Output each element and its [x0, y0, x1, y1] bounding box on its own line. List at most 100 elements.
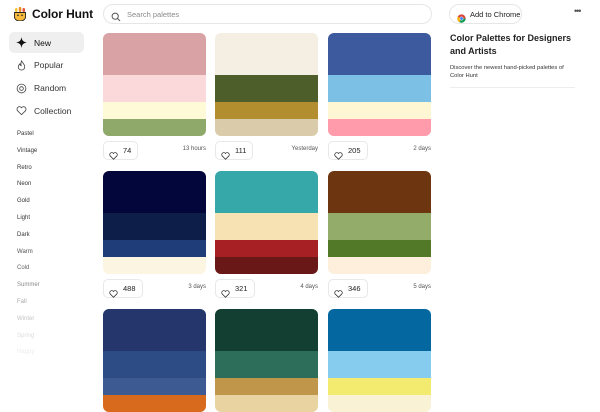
color-swatch[interactable] [328, 378, 431, 395]
color-swatch[interactable] [215, 240, 318, 257]
color-swatch[interactable] [215, 33, 318, 75]
tag-warm[interactable]: Warm [17, 248, 40, 265]
color-swatch[interactable] [215, 351, 318, 378]
color-swatch[interactable] [103, 395, 206, 412]
like-button[interactable]: 488 [103, 279, 143, 298]
color-swatch[interactable] [103, 213, 206, 240]
palette-meta: 74 13 hours [103, 141, 206, 161]
color-swatch[interactable] [215, 378, 318, 395]
heart-icon [334, 285, 343, 298]
palette-date: 2 days [413, 146, 431, 152]
tag-happy[interactable]: Happy [17, 348, 40, 365]
palette-date: 5 days [413, 284, 431, 290]
search-bar[interactable] [103, 4, 432, 24]
add-to-chrome-button[interactable]: Add to Chrome [449, 4, 522, 24]
color-swatch[interactable] [328, 351, 431, 378]
color-swatch[interactable] [215, 213, 318, 240]
tag-winter[interactable]: Winter [17, 315, 40, 332]
nav-item-random[interactable]: Random [9, 78, 84, 99]
palette-meta: 346 5 days [328, 279, 431, 299]
palette-card [215, 309, 318, 412]
palette-swatches[interactable] [103, 309, 206, 412]
like-button[interactable]: 205 [328, 141, 368, 160]
palette-card: 74 13 hours [103, 33, 206, 160]
tag-neon[interactable]: Neon [17, 180, 40, 197]
palette-card [103, 309, 206, 412]
color-swatch[interactable] [328, 33, 431, 75]
heart-icon [334, 147, 343, 160]
color-swatch[interactable] [215, 75, 318, 102]
tag-gold[interactable]: Gold [17, 197, 40, 214]
color-swatch[interactable] [328, 75, 431, 102]
tag-cold[interactable]: Cold [17, 264, 40, 281]
like-count: 346 [348, 284, 361, 293]
color-swatch[interactable] [328, 395, 431, 412]
tag-spring[interactable]: Spring [17, 332, 40, 349]
tag-light[interactable]: Light [17, 214, 40, 231]
color-swatch[interactable] [215, 309, 318, 351]
tag-vintage[interactable]: Vintage [17, 147, 40, 164]
color-swatch[interactable] [103, 257, 206, 274]
palette-date: 3 days [188, 284, 206, 290]
color-swatch[interactable] [215, 102, 318, 119]
color-swatch[interactable] [103, 240, 206, 257]
color-swatch[interactable] [103, 309, 206, 351]
color-swatch[interactable] [215, 119, 318, 136]
color-swatch[interactable] [103, 33, 206, 75]
color-swatch[interactable] [103, 102, 206, 119]
like-count: 205 [348, 146, 361, 155]
color-swatch[interactable] [215, 395, 318, 412]
tag-fall[interactable]: Fall [17, 298, 40, 315]
palette-card: 205 2 days [328, 33, 431, 160]
color-swatch[interactable] [328, 309, 431, 351]
like-button[interactable]: 74 [103, 141, 139, 160]
color-swatch[interactable] [328, 213, 431, 240]
promo-description: Discover the newest hand-picked palettes… [450, 65, 564, 79]
like-count: 111 [235, 146, 247, 155]
color-swatch[interactable] [328, 119, 431, 136]
color-swatch[interactable] [103, 171, 206, 213]
palette-swatches[interactable] [103, 171, 206, 274]
tag-summer[interactable]: Summer [17, 281, 40, 298]
sidebar-nav: New Popular Random Collection [9, 32, 84, 123]
tag-pastel[interactable]: Pastel [17, 130, 40, 147]
like-count: 488 [123, 284, 136, 293]
palette-swatches[interactable] [328, 309, 431, 412]
promo-divider [450, 87, 575, 88]
like-count: 74 [123, 146, 132, 155]
color-swatch[interactable] [103, 75, 206, 102]
like-button[interactable]: 111 [215, 141, 254, 160]
like-button[interactable]: 346 [328, 279, 368, 298]
palette-swatches[interactable] [215, 33, 318, 136]
heart-icon [109, 285, 118, 298]
nav-item-collection[interactable]: Collection [9, 100, 84, 121]
logo[interactable]: Color Hunt [13, 6, 93, 22]
more-menu-icon[interactable]: ••• [574, 6, 582, 16]
palette-swatches[interactable] [215, 171, 318, 274]
like-button[interactable]: 321 [215, 279, 255, 298]
palette-swatches[interactable] [215, 309, 318, 412]
color-swatch[interactable] [103, 378, 206, 395]
nav-item-new[interactable]: New [9, 32, 84, 53]
color-swatch[interactable] [215, 171, 318, 213]
color-swatch[interactable] [103, 119, 206, 136]
tag-dark[interactable]: Dark [17, 231, 40, 248]
color-swatch[interactable] [328, 240, 431, 257]
like-count: 321 [235, 284, 248, 293]
heart-icon [16, 105, 27, 116]
color-swatch[interactable] [103, 351, 206, 378]
palette-swatches[interactable] [328, 171, 431, 274]
palette-card: 321 4 days [215, 171, 318, 298]
color-swatch[interactable] [328, 257, 431, 274]
add-to-chrome-label: Add to Chrome [470, 9, 521, 19]
color-swatch[interactable] [328, 171, 431, 213]
search-input[interactable] [125, 8, 419, 20]
palette-swatches[interactable] [328, 33, 431, 136]
nav-item-popular[interactable]: Popular [9, 55, 84, 76]
tag-retro[interactable]: Retro [17, 164, 40, 181]
color-swatch[interactable] [215, 257, 318, 274]
color-swatch[interactable] [328, 102, 431, 119]
palette-swatches[interactable] [103, 33, 206, 136]
promo-title: Color Palettes for Designers and Artists [450, 33, 572, 56]
nav-label-new: New [34, 37, 52, 48]
